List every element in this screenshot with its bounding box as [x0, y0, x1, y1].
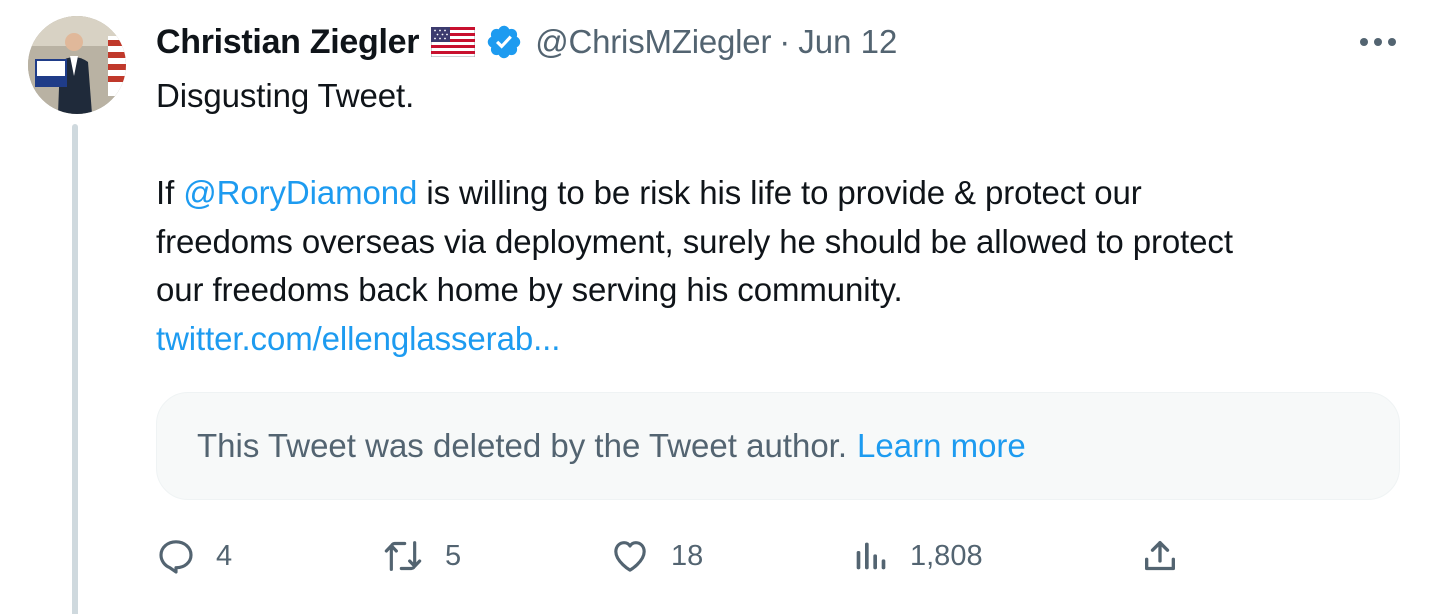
- deleted-quote-box: This Tweet was deleted by the Tweet auth…: [156, 392, 1400, 500]
- more-options-icon[interactable]: [1356, 26, 1400, 58]
- mention-link[interactable]: @RoryDiamond: [183, 174, 417, 211]
- tweet-line-2: If @RoryDiamond is willing to be risk hi…: [156, 169, 1406, 218]
- avatar-photo: [28, 16, 126, 114]
- retweet-count: 5: [445, 539, 462, 572]
- verified-badge-icon[interactable]: [485, 23, 523, 61]
- heart-icon: [609, 536, 651, 576]
- tweet-line-1: Disgusting Tweet.: [156, 77, 415, 114]
- learn-more-link[interactable]: Learn more: [857, 427, 1026, 465]
- reply-count: 4: [216, 539, 233, 572]
- retweet-icon: [381, 536, 425, 576]
- tweet-date[interactable]: Jun 12: [798, 23, 897, 61]
- tweet-line-2-prefix: If: [156, 174, 184, 211]
- retweet-button[interactable]: 5: [381, 530, 461, 582]
- views-count: 1,808: [910, 539, 983, 572]
- views-icon: [850, 536, 890, 576]
- reply-icon: [156, 536, 196, 576]
- reply-button[interactable]: 4: [156, 530, 232, 582]
- tweet-line-3: freedoms overseas via deployment, surely…: [156, 222, 1233, 260]
- views-button[interactable]: 1,808: [850, 530, 983, 582]
- share-icon: [1140, 536, 1180, 576]
- tweet-url-link[interactable]: twitter.com/ellenglasserab...: [156, 320, 560, 357]
- tweet-body: Disgusting Tweet. If @RoryDiamond is wil…: [156, 72, 1406, 363]
- share-button[interactable]: [1140, 530, 1180, 582]
- like-button[interactable]: 18: [609, 530, 703, 582]
- paragraph-break: [156, 121, 1406, 170]
- us-flag-icon: [430, 26, 476, 58]
- author-handle[interactable]: @ChrisMZiegler: [535, 23, 771, 61]
- thread-line: [72, 124, 78, 614]
- action-bar: 4 5 18 1,808: [156, 530, 1196, 582]
- author-name[interactable]: Christian Ziegler: [156, 23, 419, 62]
- avatar[interactable]: [28, 16, 126, 114]
- tweet-url-line: twitter.com/ellenglasserab...: [156, 315, 1406, 364]
- tweet-line-4: our freedoms back home by serving his co…: [156, 271, 903, 308]
- deleted-notice: This Tweet was deleted by the Tweet auth…: [197, 427, 848, 464]
- separator-dot: ·: [779, 23, 791, 60]
- like-count: 18: [671, 539, 704, 572]
- tweet-header: Christian Ziegler @ChrisMZiegler · Jun 1…: [156, 18, 897, 66]
- tweet-line-2-suffix: is willing to be risk his life to provid…: [417, 174, 1142, 211]
